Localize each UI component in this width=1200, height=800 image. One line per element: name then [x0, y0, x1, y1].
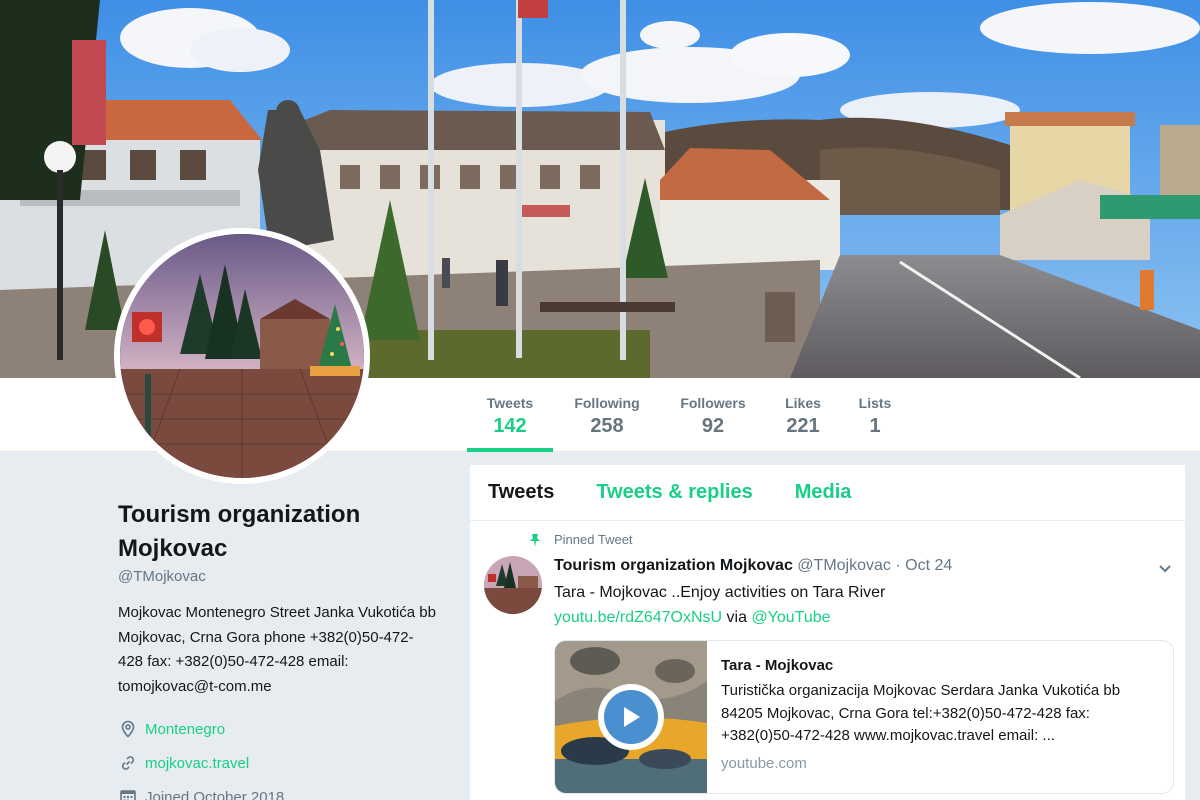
tweet-avatar[interactable]: [484, 556, 542, 614]
stat-tweets[interactable]: Tweets 142: [467, 378, 553, 452]
stat-likes[interactable]: Likes 221: [781, 378, 825, 452]
tab-tweets[interactable]: Tweets: [488, 481, 554, 504]
calendar-icon: [118, 787, 138, 800]
stat-lists-label: Lists: [858, 395, 892, 411]
pinned-indicator: Pinned Tweet: [528, 532, 633, 547]
card-thumbnail[interactable]: [555, 641, 707, 793]
profile-bio: Mojkovac Montenegro Street Janka Vukotić…: [118, 604, 436, 695]
pinned-label: Pinned Tweet: [554, 532, 633, 547]
profile-avatar-image: [120, 234, 364, 478]
card-description: Turistička organizacija Mojkovac Serdara…: [721, 682, 1121, 744]
stat-followers-label: Followers: [680, 395, 746, 411]
profile-joined: Joined October 2018: [118, 785, 438, 800]
link-icon: [118, 753, 138, 773]
tweet-via: via: [726, 608, 747, 626]
profile-website: mojkovac.travel: [118, 751, 438, 775]
stat-tweets-count: 142: [493, 415, 527, 437]
pinned-tweet[interactable]: Pinned Tweet Tourism organization Mojkov…: [470, 522, 1185, 800]
stat-followers[interactable]: Followers 92: [676, 378, 750, 452]
tab-tweets-and-replies[interactable]: Tweets & replies: [596, 481, 752, 504]
card-content: Tara - Mojkovac Turistička organizacija …: [721, 657, 1161, 772]
timeline: Tweets Tweets & replies Media Pinned Twe…: [469, 465, 1186, 800]
stat-followers-count: 92: [701, 415, 725, 437]
stat-likes-label: Likes: [785, 395, 821, 411]
stat-lists-count: 1: [869, 415, 881, 437]
stat-following[interactable]: Following 258: [569, 378, 645, 452]
stat-tweets-label: Tweets: [486, 395, 534, 411]
profile-handle[interactable]: @TMojkovac: [118, 568, 438, 585]
tweet-author-name[interactable]: Tourism organization Mojkovac: [554, 557, 793, 574]
profile-location: Montenegro: [118, 717, 438, 741]
card-domain: youtube.com: [721, 754, 807, 772]
profile-avatar[interactable]: [114, 228, 370, 484]
location-icon: [118, 719, 138, 739]
tweet-mention[interactable]: @YouTube: [751, 609, 830, 626]
tweet-body: Tara - Mojkovac ..Enjoy activities on Ta…: [554, 584, 886, 601]
joined-text: Joined October 2018: [145, 788, 285, 800]
tweet-date[interactable]: Oct 24: [905, 557, 952, 574]
tweet-text: Tara - Mojkovac ..Enjoy activities on Ta…: [554, 581, 1164, 630]
play-icon[interactable]: [598, 684, 664, 750]
pin-icon: [528, 533, 542, 547]
tweet-header: Tourism organization Mojkovac @TMojkovac…: [554, 557, 952, 575]
timeline-tabs: Tweets Tweets & replies Media: [470, 465, 1185, 521]
tweet-separator: ·: [895, 557, 901, 574]
tab-media[interactable]: Media: [795, 481, 852, 504]
website-link[interactable]: mojkovac.travel: [145, 755, 249, 772]
stat-following-label: Following: [574, 395, 640, 411]
profile-card: Tourism organization Mojkovac @TMojkovac…: [118, 498, 438, 800]
profile-name[interactable]: Tourism organization Mojkovac: [118, 498, 438, 566]
chevron-down-icon[interactable]: [1157, 560, 1173, 576]
link-card[interactable]: Tara - Mojkovac Turistička organizacija …: [554, 640, 1174, 794]
location-text[interactable]: Montenegro: [145, 721, 225, 738]
stat-likes-count: 221: [786, 415, 820, 437]
stat-lists[interactable]: Lists 1: [856, 378, 894, 452]
tweet-author-handle[interactable]: @TMojkovac: [797, 557, 891, 574]
tweet-link[interactable]: youtu.be/rdZ647OxNsU: [554, 609, 722, 626]
stat-following-count: 258: [590, 415, 624, 437]
card-title: Tara - Mojkovac: [721, 657, 834, 674]
